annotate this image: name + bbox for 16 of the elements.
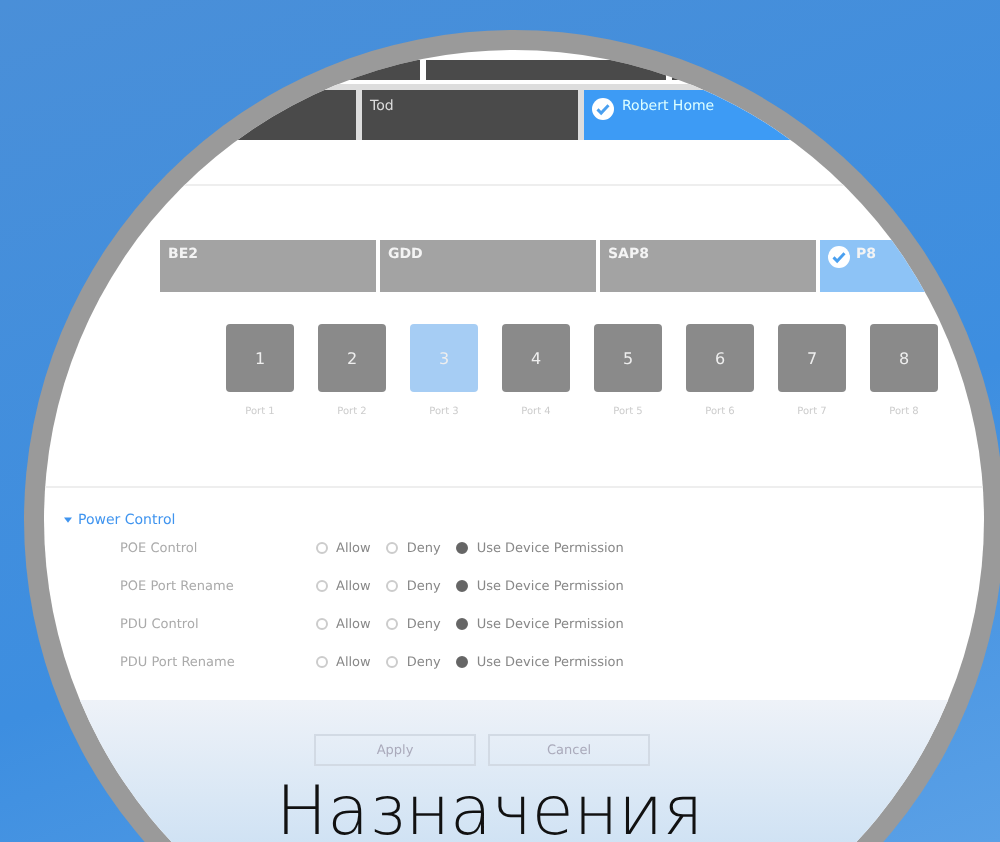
port-button[interactable]: 1: [226, 324, 294, 392]
port-button[interactable]: 7: [778, 324, 846, 392]
port-button[interactable]: 6: [686, 324, 754, 392]
check-icon: [828, 246, 850, 268]
radio-icon[interactable]: [456, 579, 469, 591]
caption-text: Назначения: [276, 772, 704, 842]
caret-icon: [64, 516, 72, 524]
radio-icon[interactable]: [456, 541, 469, 553]
check-icon: [592, 98, 614, 120]
port-button[interactable]: 4: [502, 324, 570, 392]
port-button[interactable]: 8: [870, 324, 938, 392]
port-button[interactable]: 2: [318, 324, 386, 392]
radio-icon[interactable]: [456, 655, 469, 667]
radio-icon[interactable]: [456, 617, 469, 629]
port-button[interactable]: 5: [594, 324, 662, 392]
tab[interactable]: [426, 60, 666, 80]
